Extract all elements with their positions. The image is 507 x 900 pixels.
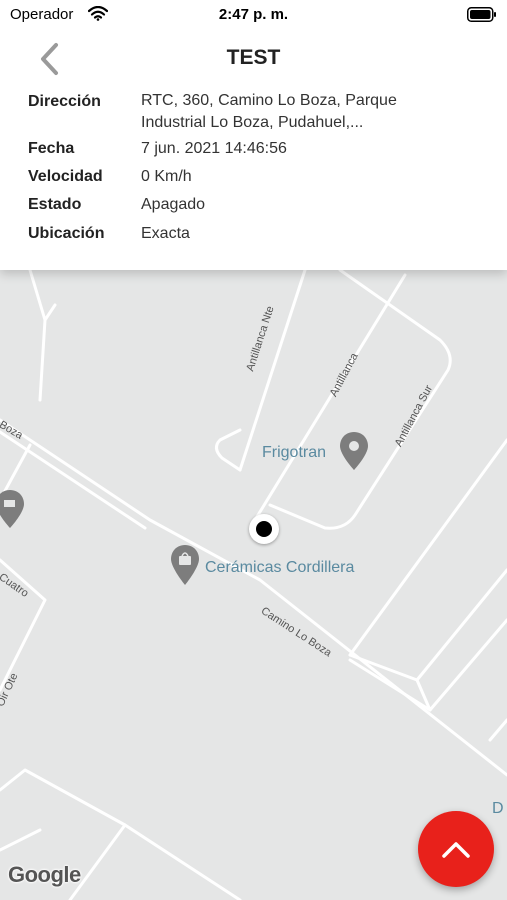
info-value: Exacta: [141, 225, 190, 242]
poi-label-ceramicas[interactable]: Cerámicas Cordillera: [205, 559, 354, 577]
info-label: Estado: [28, 196, 82, 213]
vehicle-info-panel: TEST Dirección RTC, 360, Camino Lo Boza,…: [0, 30, 507, 270]
info-label: Ubicación: [28, 225, 105, 242]
info-label: Dirección: [28, 93, 101, 110]
info-label: Velocidad: [28, 168, 103, 185]
info-value: 7 jun. 2021 14:46:56: [141, 140, 287, 157]
shopping-cart-pin-icon: [0, 490, 24, 528]
info-label: Fecha: [28, 140, 75, 157]
info-value: RTC, 360, Camino Lo Boza, Parque Industr…: [141, 92, 397, 131]
page-title: TEST: [226, 46, 281, 69]
status-bar: Operador 2:47 p. m.: [0, 0, 507, 30]
expand-panel-button[interactable]: [418, 811, 494, 887]
map-edge-label: D: [492, 800, 504, 817]
status-time: 2:47 p. m.: [218, 6, 289, 23]
info-value: 0 Km/h: [141, 168, 192, 185]
vehicle-marker[interactable]: [249, 514, 279, 544]
vehicle-marker-dot: [256, 521, 272, 537]
info-value: Apagado: [141, 196, 206, 213]
battery-icon: [467, 7, 496, 22]
location-pin-icon: [340, 432, 368, 470]
chevron-up-icon: [442, 842, 470, 858]
google-logo: Google: [8, 862, 81, 887]
poi-label-frigotran[interactable]: Frigotran: [262, 444, 326, 462]
shopping-bag-pin-icon: [171, 545, 199, 585]
